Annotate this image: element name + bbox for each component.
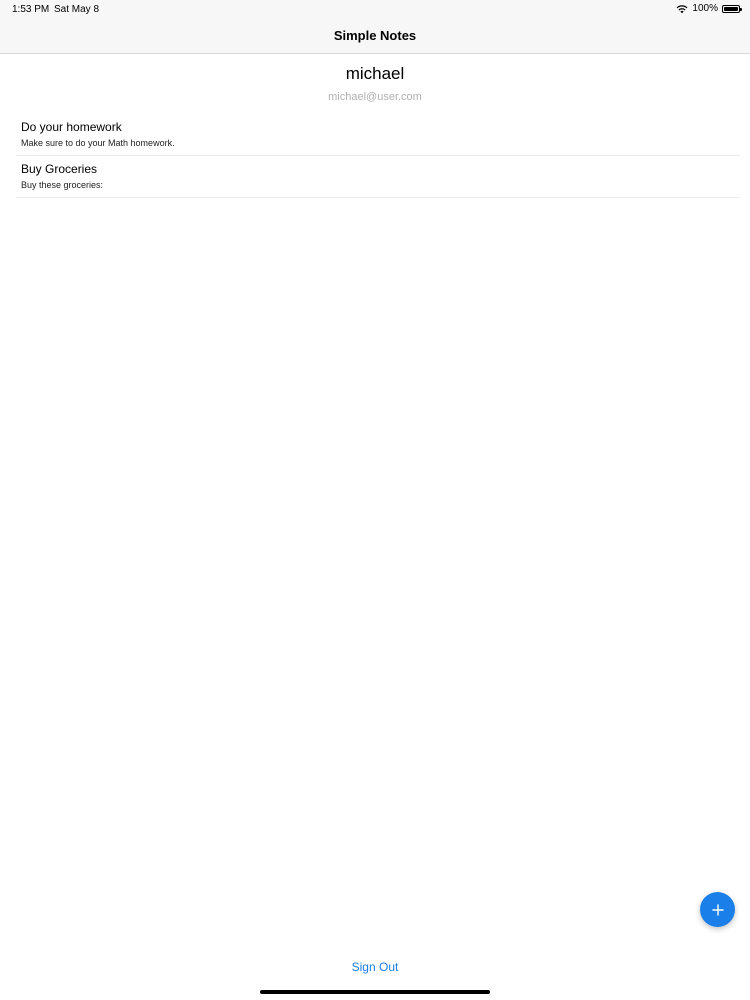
note-title: Do your homework [21, 120, 122, 134]
user-profile: michael michael@user.com [0, 62, 750, 103]
status-indicators: 100% [676, 3, 742, 14]
battery-icon [722, 4, 742, 13]
add-note-button[interactable] [700, 892, 735, 927]
wifi-icon [676, 4, 688, 13]
note-subtitle: Make sure to do your Math homework. [21, 138, 175, 148]
page-title: Simple Notes [333, 28, 417, 43]
status-time: 1:53 PM [12, 4, 50, 15]
navigation-bar: Simple Notes [0, 18, 750, 54]
sign-out-button[interactable]: Sign Out [0, 960, 750, 974]
note-title: Buy Groceries [21, 162, 98, 176]
user-name: michael [345, 64, 405, 83]
battery-percent: 100% [692, 3, 718, 14]
note-subtitle: Buy these groceries: [21, 180, 104, 190]
plus-icon [711, 903, 724, 916]
list-item-note[interactable]: Buy Groceries Buy these groceries: [16, 156, 740, 198]
user-email: michael@user.com [328, 91, 422, 103]
home-indicator [260, 990, 490, 994]
status-bar: 1:53 PM Sat May 8 100% [0, 0, 750, 18]
list-item-note[interactable]: Do your homework Make sure to do your Ma… [16, 114, 740, 156]
notes-list: Do your homework Make sure to do your Ma… [16, 114, 740, 198]
status-date: Sat May 8 [54, 4, 100, 15]
